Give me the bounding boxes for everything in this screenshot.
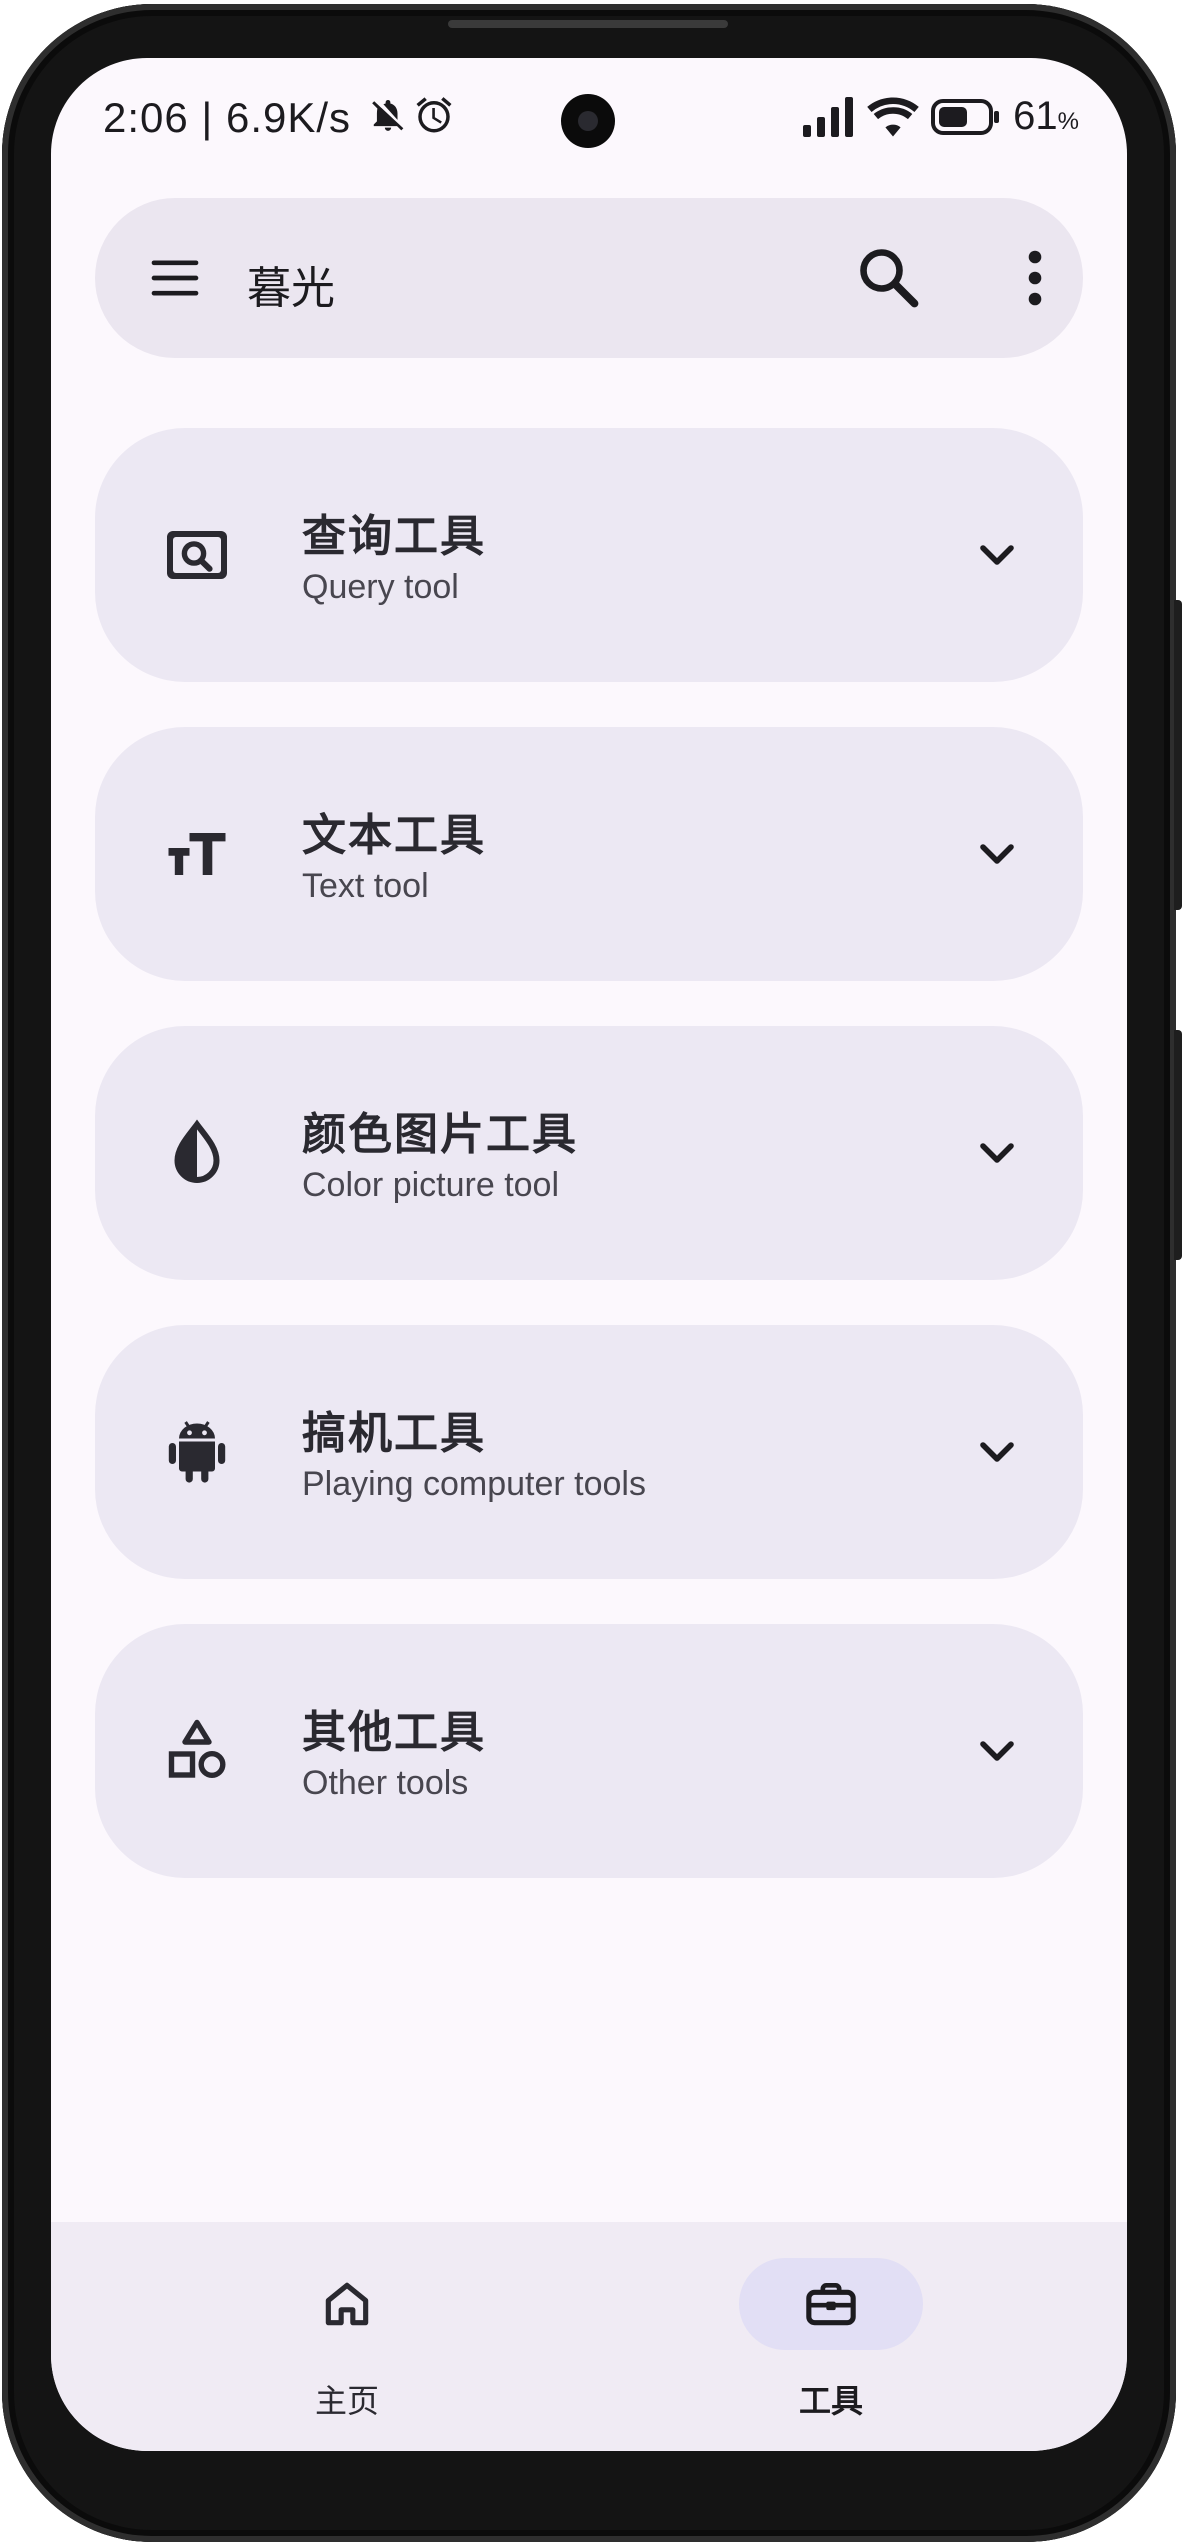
battery-percent: 61% bbox=[1013, 94, 1079, 138]
home-icon bbox=[325, 2282, 369, 2326]
tool-card-title: 文本工具 bbox=[302, 811, 486, 860]
tool-card-subtitle: Query tool bbox=[302, 568, 459, 606]
tool-card-title: 查询工具 bbox=[302, 512, 486, 561]
search-icon[interactable] bbox=[853, 242, 925, 314]
status-bar: 2:06 | 6.9K/s 61% bbox=[51, 58, 1127, 178]
top-app-bar: 暮光 bbox=[95, 198, 1083, 358]
text-size-icon bbox=[168, 833, 226, 875]
tool-card-query[interactable]: 查询工具 Query tool bbox=[95, 428, 1083, 682]
menu-icon[interactable] bbox=[147, 250, 203, 306]
tool-card-subtitle: Text tool bbox=[302, 867, 429, 905]
chevron-down-icon[interactable] bbox=[969, 1424, 1025, 1480]
android-icon bbox=[168, 1421, 226, 1483]
chevron-down-icon[interactable] bbox=[969, 1723, 1025, 1779]
front-camera bbox=[561, 94, 615, 148]
status-right: 61% bbox=[803, 94, 1079, 139]
toolbox-icon bbox=[806, 2283, 856, 2326]
signal-icon bbox=[803, 96, 854, 137]
bell-off-icon bbox=[372, 99, 404, 131]
tool-card-title: 搞机工具 bbox=[302, 1409, 486, 1458]
tool-card-subtitle: Other tools bbox=[302, 1764, 469, 1802]
nav-label-tools: 工具 bbox=[798, 2383, 863, 2419]
tool-card-title: 其他工具 bbox=[302, 1708, 486, 1757]
earpiece-slit bbox=[448, 20, 728, 28]
tool-card-text[interactable]: 文本工具 Text tool bbox=[95, 727, 1083, 981]
status-icons-left bbox=[369, 94, 455, 136]
contrast-drop-icon bbox=[174, 1119, 220, 1183]
shapes-icon bbox=[168, 1719, 226, 1778]
chevron-down-icon[interactable] bbox=[969, 1125, 1025, 1181]
volume-button bbox=[1174, 600, 1182, 910]
tool-card-other[interactable]: 其他工具 Other tools bbox=[95, 1624, 1083, 1878]
chevron-down-icon[interactable] bbox=[969, 527, 1025, 583]
tool-card-subtitle: Color picture tool bbox=[302, 1166, 560, 1204]
wifi-icon bbox=[867, 97, 919, 136]
app-title: 暮光 bbox=[247, 264, 335, 313]
tool-card-color-picture[interactable]: 颜色图片工具 Color picture tool bbox=[95, 1026, 1083, 1280]
nav-item-home[interactable]: 主页 bbox=[255, 2222, 439, 2451]
status-time: 2:06 | 6.9K/s bbox=[103, 94, 352, 141]
tool-card-playing-computer[interactable]: 搞机工具 Playing computer tools bbox=[95, 1325, 1083, 1579]
tool-card-title: 颜色图片工具 bbox=[302, 1110, 578, 1159]
more-vert-icon[interactable] bbox=[999, 242, 1071, 314]
bottom-navigation: 主页 工具 bbox=[51, 2222, 1127, 2451]
battery-icon bbox=[931, 98, 1000, 135]
alarm-icon bbox=[416, 97, 452, 133]
nav-label-home: 主页 bbox=[314, 2383, 379, 2419]
tool-card-subtitle: Playing computer tools bbox=[302, 1465, 646, 1503]
power-button bbox=[1174, 1030, 1182, 1260]
image-search-icon bbox=[167, 531, 227, 579]
screen: 2:06 | 6.9K/s 61% 暮光 查询工具 Query tool 文本工… bbox=[51, 58, 1127, 2451]
chevron-down-icon[interactable] bbox=[969, 826, 1025, 882]
nav-item-tools[interactable]: 工具 bbox=[739, 2222, 923, 2451]
